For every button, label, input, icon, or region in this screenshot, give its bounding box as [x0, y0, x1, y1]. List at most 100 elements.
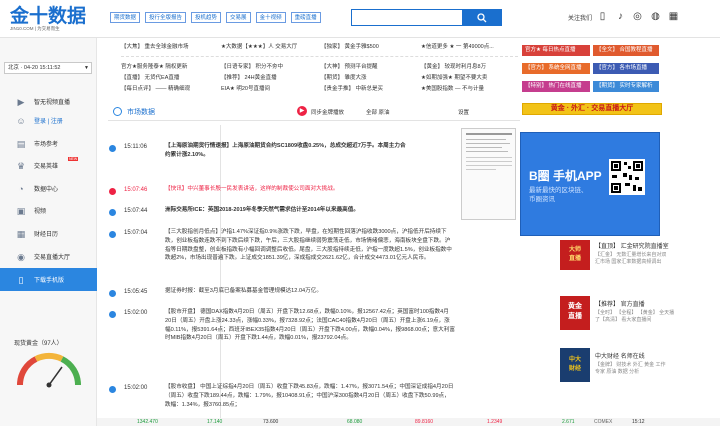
news-link[interactable]: 【推荐】 24H黄金直播 — [221, 73, 277, 83]
feed-title[interactable]: 市场数据 — [127, 107, 155, 117]
news-link[interactable]: 【每日点评】 —— 精确细观 — [121, 84, 190, 94]
news-row: 【每日点评】 —— 精确细观 EIA★ 明20号直播间 【贵金手推】 中新总是买… — [121, 84, 518, 94]
ad-thumb: 黄金 直播 — [560, 296, 590, 330]
doc-icon: ▤ — [16, 138, 26, 149]
top-link-video[interactable]: 金十视频 — [255, 12, 286, 23]
top-link-futures[interactable]: 期货数据 — [110, 12, 141, 23]
news-link[interactable]: 官方★服务隆泰★ 隔权更新 — [121, 62, 187, 72]
ad-card[interactable]: 黄金 直播 【推荐】 官方直播 【全时】 【全程】 【黄金】 全天播 了【高清】 … — [560, 296, 698, 332]
ticker-value: 68.080 — [347, 419, 363, 425]
top-link-reports[interactable]: 投行全版报告 — [145, 12, 187, 23]
feed-item[interactable]: 15:05:45 据证券时报：截至3月底已备案私募基金管理规模达12.04万亿。 — [108, 287, 460, 301]
feed-time: 15:02:00 — [124, 310, 148, 316]
news-link[interactable]: 【大焦】 重去全球金融市场 — [121, 42, 189, 52]
news-link[interactable]: 【贵金手推】 中新总是买 — [321, 84, 383, 94]
feed-item[interactable]: 15:07:04 【三大股指创月低点】沪指1.47%深证指0.9%涨跌下跌，早盘，… — [108, 228, 460, 280]
site-logo[interactable]: 金十数据 JIN10.COM | 为交易而生 — [10, 6, 96, 36]
promo-button[interactable]: 【期货】 实时专家解析 — [593, 81, 659, 92]
news-link[interactable]: 【期货】 雏度大涨 — [321, 73, 367, 83]
sidebar-item-market-ref[interactable]: ▤ 市场参考 — [0, 132, 97, 155]
sidebar-item-label: 交易直播大厅 — [34, 255, 71, 261]
top-nav-links: 期货数据 投行全版报告 投机趋势 交易展 金十视频 重磅直播 — [110, 12, 321, 23]
feed-time: 15:07:46 — [124, 187, 148, 193]
ticker-value: COMEX — [594, 419, 613, 425]
play-icon: ▶ — [17, 96, 25, 107]
filter-select[interactable]: 全部 原油 — [366, 108, 390, 116]
chart-icon: ◔ — [18, 183, 24, 194]
play-icon[interactable]: ▶ — [297, 106, 307, 116]
sidebar-item-label: 市场参考 — [34, 142, 59, 148]
ad-line: 专家 原油 数据 分析 — [595, 369, 640, 375]
news-link[interactable]: 【直播】 无货代EA直播 — [121, 73, 179, 83]
user-icon: ☺ — [16, 115, 26, 126]
search-button[interactable] — [462, 9, 502, 26]
top-link-trend[interactable]: 投机趋势 — [191, 12, 222, 23]
app-download-ad[interactable]: B圈 手机APP 最新最快的区块链、 币圈资讯 — [520, 132, 660, 236]
sidebar-item-label: 视频 — [34, 209, 47, 215]
promo-button[interactable]: 【特别】 热门在线直播 — [522, 81, 590, 92]
news-link[interactable]: 【大神】 预测平台提醒 — [321, 62, 378, 72]
ad-card[interactable]: 中大 财经 中大财经 名师在线 【金牌】 财技术 外汇 黄金 工作 专家 原油 数… — [560, 348, 698, 384]
datetime-selector[interactable]: 北京 · 04-20 15:11:52 ▼ — [4, 62, 92, 74]
news-link[interactable]: 【独家】 黄金手雅$500 — [321, 42, 379, 52]
sidebar-item-label: 交易英雄 — [34, 164, 59, 170]
sidebar-item-data-center[interactable]: ◔ 数据中心 — [0, 177, 97, 200]
ad-title: 中大财经 名师在线 — [595, 354, 645, 360]
clock-icon — [109, 145, 116, 152]
sidebar-item-label: 智无视频直播 — [34, 100, 71, 106]
trophy-icon: ♛ — [16, 160, 26, 171]
feed-item[interactable]: 15:07:46 【快讯】中兴董事长殷一民发表讲话，这样的制裁使公司面对大挑战。 — [108, 185, 460, 199]
promo-button[interactable]: 【官方】 系统全网直播 — [522, 63, 590, 74]
clock-icon — [109, 231, 116, 238]
feed-time: 15:11:06 — [124, 144, 147, 150]
clock-icon — [109, 386, 116, 393]
news-link[interactable]: ★大数据【★★★】人 交易大厅 — [221, 42, 297, 52]
music-icon[interactable]: ♪ — [615, 11, 626, 22]
news-thumbnail[interactable] — [461, 128, 516, 220]
top-news-links: 【大焦】 重去全球金融市场 ★大数据【★★★】人 交易大厅 【独家】 黄金手雅$… — [121, 42, 518, 95]
news-row: 【直播】 无货代EA直播 【推荐】 24H黄金直播 【期货】 雏度大涨 ★如期加… — [121, 73, 518, 83]
feed-text: 【股市收盘】 中国上证综指4月20日（周五）收盘下跌45.83点，跌幅：1.47… — [165, 384, 454, 408]
news-link[interactable]: EIA★ 明20号直播间 — [221, 84, 270, 94]
clock-icon — [109, 209, 116, 216]
sidebar-item-download-app[interactable]: ▯ 下载手机版 — [0, 268, 97, 291]
promo-button[interactable]: 【官方】 各市场直播 — [593, 63, 659, 74]
news-link[interactable]: ★信道更多 ★ 一 第49000点... — [421, 42, 494, 52]
feed-item[interactable]: 15:02:00 【股市收盘】 中国上证综指4月20日（周五）收盘下跌45.83点… — [108, 383, 460, 423]
grid-icon[interactable]: ▦ — [668, 11, 679, 22]
wechat-icon[interactable]: ◍ — [650, 11, 661, 22]
top-link-expo[interactable]: 交易展 — [226, 12, 251, 23]
top-link-live[interactable]: 重磅直播 — [290, 12, 321, 23]
news-link[interactable]: 【日语专家】 积分不夯中 — [221, 62, 283, 72]
news-row: 官方★服务隆泰★ 隔权更新 【日语专家】 积分不夯中 【大神】 预测平台提醒 【… — [121, 62, 518, 72]
sidebar-item-video[interactable]: ▣ 视频 — [0, 199, 97, 222]
left-sidebar: 北京 · 04-20 15:11:52 ▼ ▶ 智无视频直播 ☺ 登录 | 注册 ▤… — [0, 38, 97, 426]
feed-text: 【股市开盘】 德国DAX指数4月20日（周五）开盘下跌12.68点，跌幅0.10… — [165, 309, 455, 342]
app-title: B圈 手机APP — [529, 169, 602, 183]
feed-item[interactable]: 15:11:06 【上海原油期货行情速报】上海原油期货合约SC1809收盘0.25… — [108, 142, 460, 172]
ticker-value: 17.140 — [207, 419, 223, 425]
mobile-icon[interactable]: ▯ — [597, 11, 608, 22]
feed-item[interactable]: 15:02:00 【股市开盘】 德国DAX指数4月20日（周五）开盘下跌12.68… — [108, 308, 460, 374]
feed-item[interactable]: 15:07:44 洲际交易所ICE：英国2018-2019年冬季天然气需求估计至2… — [108, 206, 460, 220]
news-link[interactable]: ★如期加强★ 期望不要大卖 — [421, 73, 487, 83]
ad-card[interactable]: 大师 直播 【直顶】 汇金研究院直播室 【汇金】 无数汇量增长来自对双 汇市场 国… — [560, 238, 698, 274]
app-subtitle: 币圈资讯 — [529, 196, 555, 203]
search-input[interactable] — [351, 9, 462, 26]
news-link[interactable]: 【黄金】 较现时利月息8万 — [421, 62, 486, 72]
sidebar-item-live-hall[interactable]: ◉ 交易直播大厅 — [0, 245, 97, 268]
promo-button[interactable]: 官方★ 每日热点直播 — [522, 45, 590, 56]
news-link[interactable]: ★美国股指数 — 不与计量 — [421, 84, 484, 94]
sidebar-item-login[interactable]: ☺ 登录 | 注册 — [0, 109, 97, 132]
sync-control[interactable]: 同步金牌播放 — [311, 108, 344, 116]
weibo-icon[interactable]: ◎ — [632, 11, 643, 22]
live-hall-banner[interactable]: 黄金 · 外汇 · 交易直播大厅 — [522, 103, 662, 115]
ticker-value: 73.600 — [263, 419, 279, 425]
sidebar-item-calendar[interactable]: ▦ 财经日历 — [0, 222, 97, 245]
sentiment-gauge — [16, 352, 82, 388]
promo-button[interactable]: 【全文】 合国教程直播 — [593, 45, 659, 56]
sidebar-item-trade-hero[interactable]: ♛ 交易英雄 NEW — [0, 154, 97, 177]
clock-icon — [109, 311, 116, 318]
feed-text: 【三大股指创月低点】沪指1.47%深证指0.9%涨跌下跌，早盘，在短期性回落沪指… — [165, 229, 452, 262]
settings-button[interactable]: 设置 — [458, 108, 469, 116]
